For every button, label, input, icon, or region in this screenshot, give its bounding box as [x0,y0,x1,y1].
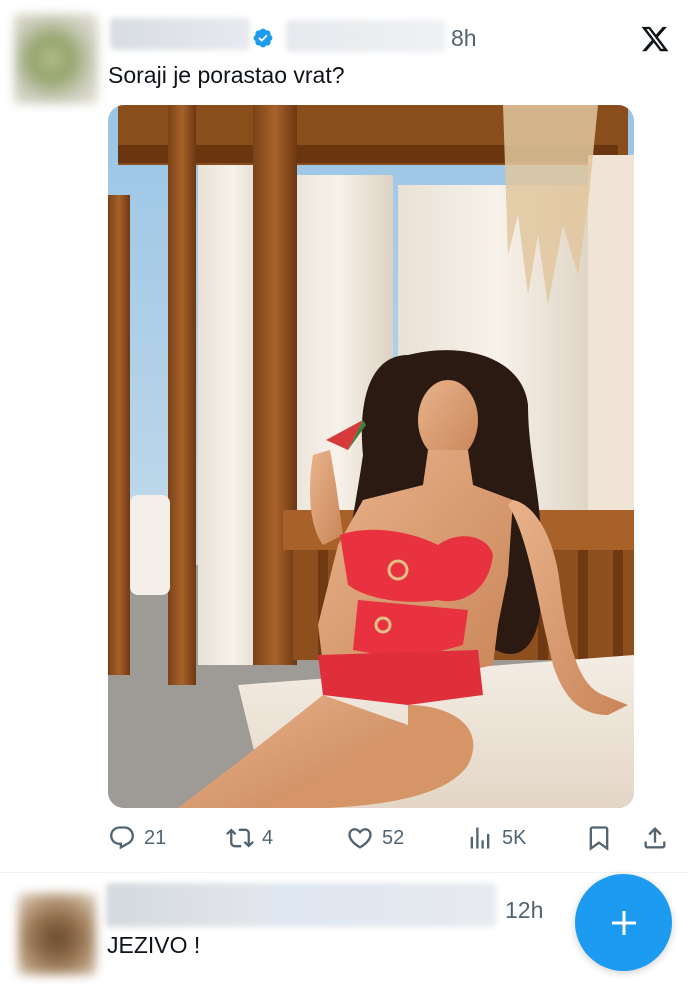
tweet-actions: 21 4 52 5K [0,818,688,858]
avatar[interactable] [14,14,98,104]
bookmark-icon [589,826,609,851]
reply-count: 21 [144,826,167,849]
share-icon [644,827,666,849]
reply-button[interactable]: 21 [108,818,166,858]
author-name-redacted[interactable] [110,18,250,50]
views-button[interactable]: 5K [466,818,526,858]
views-icon [470,827,490,849]
like-button[interactable]: 52 [346,818,404,858]
share-button[interactable] [641,818,669,858]
retweet-icon [226,828,254,848]
tweet-timestamp[interactable]: 8h [451,25,477,52]
like-count: 52 [382,826,405,849]
reply-icon [110,826,134,850]
retweet-count: 4 [262,826,274,849]
tweet-timestamp[interactable]: 12h [505,897,543,924]
tweet-text: JEZIVO ! [107,932,201,958]
avatar[interactable] [18,893,96,975]
author-name-redacted[interactable] [106,883,496,927]
compose-plus-icon [611,910,636,935]
retweet-button[interactable]: 4 [226,818,273,858]
tweet[interactable]: 8h Soraji je porastao vrat? 21 4 52 5K [0,0,688,872]
author-handle-redacted[interactable] [286,20,446,52]
photo-illustration [108,105,634,808]
bookmark-button[interactable] [585,818,613,858]
compose-button[interactable] [575,874,672,971]
verified-badge-icon [253,28,273,48]
like-icon [348,828,372,849]
x-logo-icon [641,26,669,52]
tweet-text: Soraji je porastao vrat? [108,62,345,88]
views-count: 5K [502,826,527,849]
tweet-photo[interactable] [108,105,634,808]
